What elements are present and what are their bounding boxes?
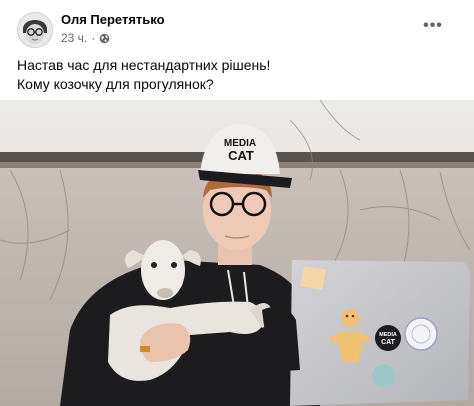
sticker-text-bottom: CAT xyxy=(381,339,396,346)
author-name[interactable]: Оля Перетятько xyxy=(61,12,165,27)
post-text-line-2: Кому козочку для прогулянок? xyxy=(17,76,214,92)
post-text-line-1: Настав час для нестандартних рішень! xyxy=(17,57,271,73)
post-meta: 23 ч. · xyxy=(61,31,110,45)
post-card: Оля Перетятько 23 ч. · ••• Настав час дл… xyxy=(0,0,474,406)
post-text: Настав час для нестандартних рішень! Ком… xyxy=(17,56,457,94)
laptop-image: MEDIA CAT xyxy=(290,260,470,406)
more-options-icon[interactable]: ••• xyxy=(420,14,446,40)
post-time[interactable]: 23 ч. xyxy=(61,31,87,45)
cap-logo-bottom: CAT xyxy=(228,148,254,163)
globe-icon[interactable] xyxy=(99,33,110,44)
post-photo[interactable]: MEDIA CAT MEDIA CAT xyxy=(0,100,474,406)
author-avatar[interactable] xyxy=(17,12,53,48)
post-header: Оля Перетятько 23 ч. · ••• xyxy=(0,0,474,56)
sticker-text-top: MEDIA xyxy=(379,332,397,338)
meta-separator: · xyxy=(91,31,96,45)
